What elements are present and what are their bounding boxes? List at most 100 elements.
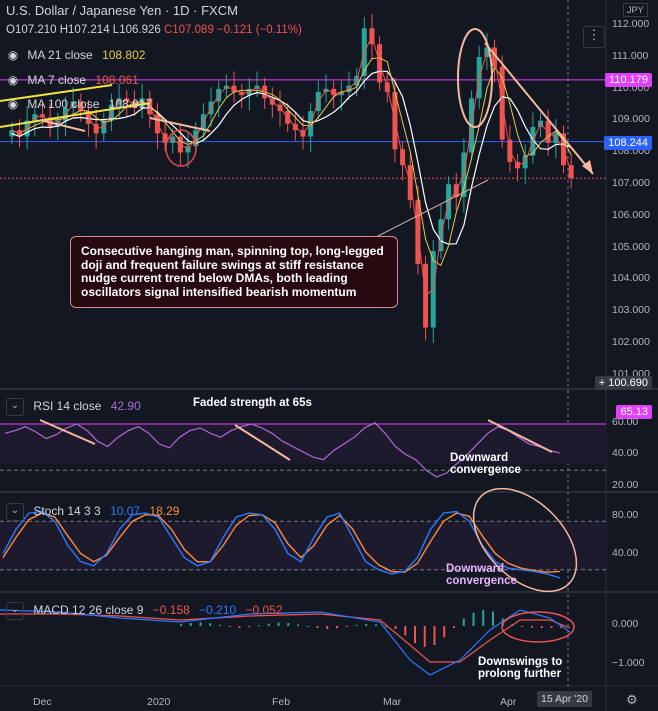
macd-histogram-bar [492,611,494,626]
price-tick: 102.000 [612,336,650,348]
macd-histogram-bar [258,625,260,627]
ohlc-readout: O107.210 H107.214 L106.926 C107.089 −0.1… [6,24,302,36]
macd-histogram-bar [443,626,446,638]
macd-histogram-bar [355,624,358,626]
macd-histogram-bar [472,612,475,626]
macd-histogram-bar [550,626,553,628]
macd-histogram-bar [375,624,377,626]
macd-histogram-bar [345,626,348,627]
more-options-icon[interactable]: ⋮ [583,26,605,48]
macd-legend[interactable]: ⌄ MACD 12 26 close 9 −0.158 −0.210 −0.05… [6,602,283,620]
low-price-tag: + 100.690 [594,376,652,390]
macd-downswing-note: Downswings to prolong further [478,656,563,680]
macd-histogram-bar [219,624,221,626]
price-tick: 109.000 [612,113,650,126]
time-label-2020: 2020 [147,696,171,708]
rsi-convergence-note: Downward convergence [450,452,521,476]
chart-title: U.S. Dollar / Japanese Yen · 1D · FXCM [6,3,238,18]
macd-histogram-bar [238,626,241,628]
ma21-line [11,57,572,267]
ma100-legend[interactable]: ◉ MA 100 close 108.917 [6,97,152,111]
analysis-annotation: Consecutive hanging man, spinning top, l… [70,236,398,308]
time-label-dec: Dec [33,696,52,708]
stoch-tick-40: 40.00 [612,547,639,559]
chevron-down-icon[interactable]: ⌄ [6,503,24,521]
macd-v2: −0.210 [199,603,237,618]
drawing-arrow [39,119,86,132]
macd-histogram-bar [423,626,426,647]
price-tick: 107.000 [612,177,650,189]
plus-icon[interactable]: + [599,377,608,389]
ma21-value: 108.802 [102,48,146,62]
macd-v3: −0.052 [245,603,283,618]
ma7-legend[interactable]: ◉ MA 7 close 108.061 [6,73,139,87]
macd-histogram-bar [199,622,202,626]
macd-histogram-bar [306,626,309,627]
stoch-k-value: 10.07 [110,504,141,519]
ohlc-close: C107.089 [163,24,214,36]
macd-histogram-bar [228,626,231,627]
time-label-feb: Feb [272,696,291,708]
rsi-tick-20: 20.00 [612,479,639,491]
macd-histogram-bar [248,626,251,628]
macd-histogram-bar [462,618,465,626]
stoch-tick-80: 80.00 [612,509,639,521]
macd-histogram-bar [326,626,329,630]
stoch-legend[interactable]: ⌄ Stoch 14 3 3 10.07 18.29 [6,503,179,521]
eye-icon[interactable]: ◉ [6,48,20,62]
macd-histogram-bar [404,626,407,636]
macd-histogram-bar [336,626,338,629]
ohlc-low: L106.926 [112,24,161,36]
time-label-mar: Mar [383,696,402,708]
eye-icon[interactable]: ◉ [6,73,20,87]
macd-tick-neg1: −1.000 [612,657,645,669]
rsi-tick-40: 40.00 [612,447,639,459]
macd-histogram-bar [287,622,290,626]
ma100-value: 108.917 [108,97,153,111]
stoch-convergence-note: Downward convergence [446,563,517,587]
stoch-d-value: 18.29 [149,504,180,519]
chevron-down-icon[interactable]: ⌄ [6,602,24,620]
rsi-value: 42.90 [110,399,141,414]
price-tick: 105.000 [612,240,650,253]
ohlc-change: −0.121 (−0.11%) [217,24,302,36]
current-date-tag: 15 Apr '20 [537,691,592,707]
price-tick: 103.000 [612,304,650,317]
macd-histogram-bar [433,626,436,645]
stoch-label: Stoch 14 3 3 [33,504,101,519]
price-tick: 104.000 [612,272,650,285]
macd-histogram-bar [267,623,270,626]
ma21-legend[interactable]: ◉ MA 21 close 108.802 [6,48,146,62]
rsi-tick-60: 60.00 [612,416,639,428]
macd-histogram-bar [453,626,455,628]
macd-v1: −0.158 [152,603,190,618]
price-tick: 111.000 [612,49,649,62]
macd-histogram-bar [531,626,533,628]
chevron-down-icon[interactable]: ⌄ [6,398,24,416]
ma21-label: MA 21 close [27,48,93,62]
resistance-price-tag: 110.179 [605,73,652,87]
macd-histogram-bar [414,626,416,644]
macd-histogram-bar [394,626,397,630]
time-label-apr: Apr [500,696,517,708]
ma100-label: MA 100 close [27,97,100,111]
low-price-value: 100.690 [608,377,648,389]
ma7-label: MA 7 close [27,73,87,87]
rsi-legend[interactable]: ⌄ RSI 14 close 42.90 [6,398,141,416]
macd-histogram-bar [209,623,212,626]
macd-histogram-bar [189,622,192,626]
rsi-label: RSI 14 close [33,399,102,414]
currency-badge: JPY [623,3,648,17]
macd-histogram-bar [540,626,543,628]
macd-histogram-bar [521,626,524,627]
macd-histogram-bar [297,624,299,626]
rsi-faded-note: Faded strength at 65s [193,397,312,409]
price-tick: 106.000 [612,208,650,221]
ohlc-high: H107.214 [59,24,110,36]
settings-gear-icon[interactable]: ⚙ [626,692,638,708]
ohlc-open: O107.210 [6,24,57,36]
eye-icon[interactable]: ◉ [6,97,20,111]
current-price-tag: 108.244 [604,136,652,150]
price-tick: 112.000 [612,18,650,30]
macd-histogram-bar [316,626,319,628]
